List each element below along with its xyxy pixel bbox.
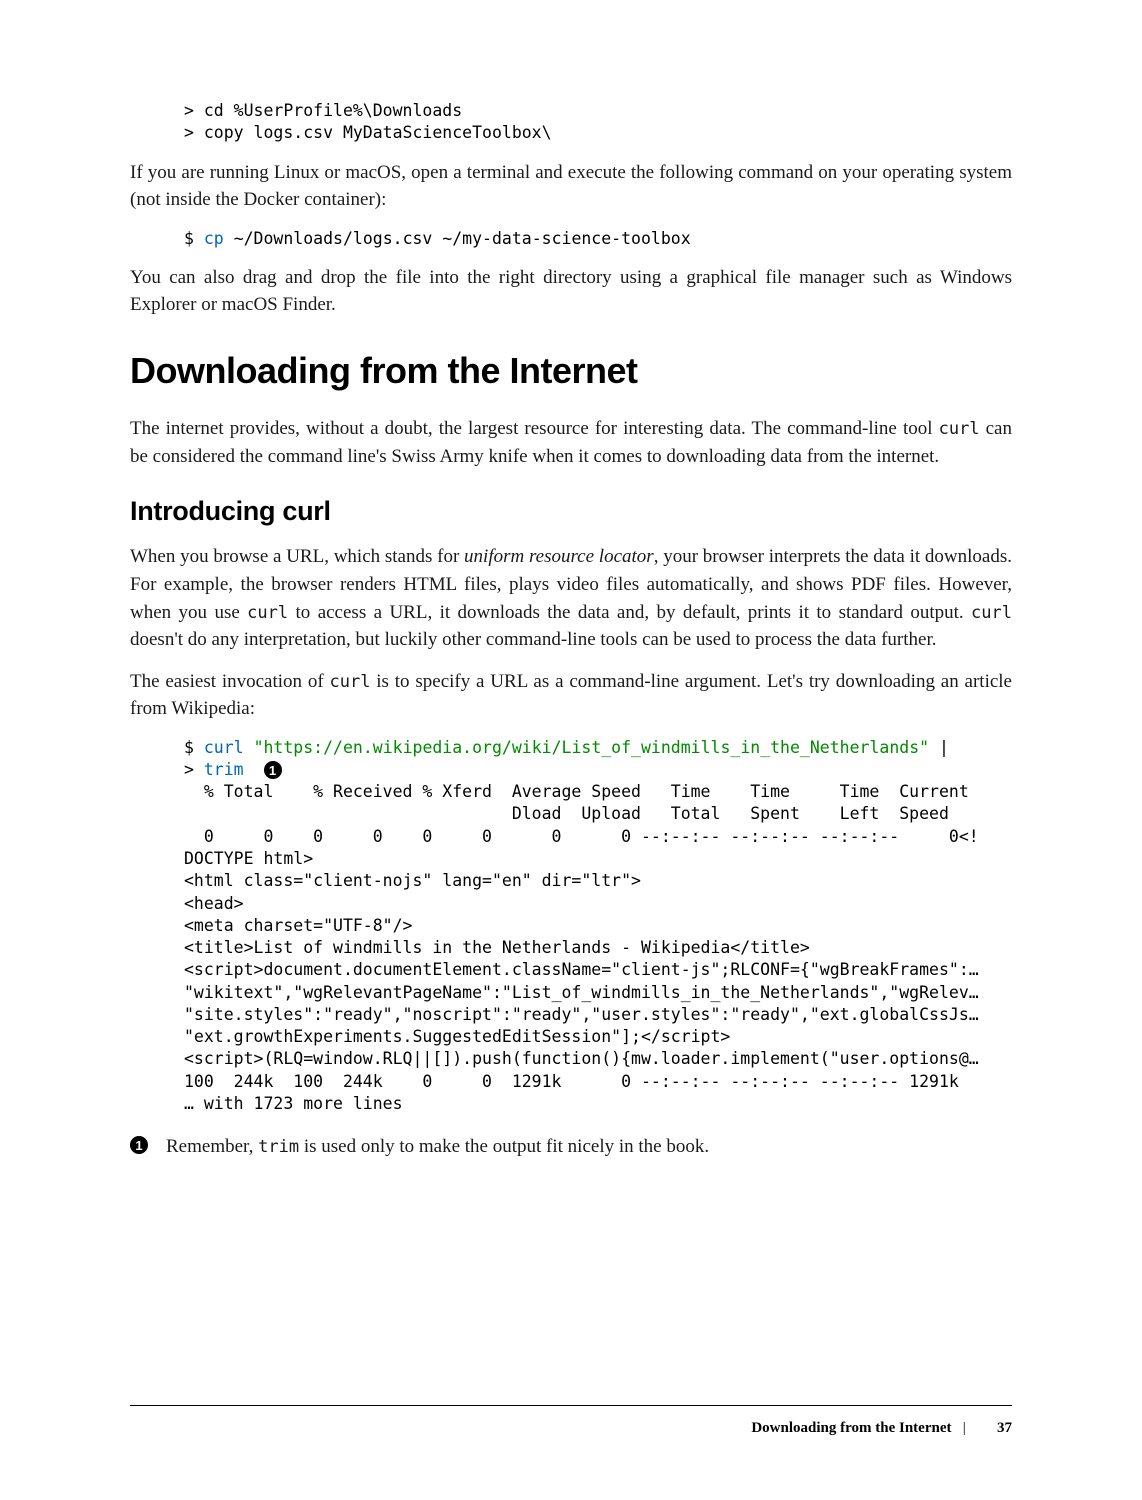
callout-note-1: 1 Remember, trim is used only to make th… [130,1133,1012,1161]
callout-marker-1: 1 [264,761,282,779]
paragraph: If you are running Linux or macOS, open … [130,159,1012,214]
heading-downloading: Downloading from the Internet [130,345,1012,397]
paragraph: The easiest invocation of curl is to spe… [130,668,1012,723]
callout-number-icon: 1 [130,1136,148,1154]
page-footer: Downloading from the Internet | 37 [130,1405,1012,1440]
paragraph: You can also drag and drop the file into… [130,264,1012,319]
page-number: 37 [997,1420,1012,1436]
footer-section-title: Downloading from the Internet [751,1420,951,1436]
paragraph: The internet provides, without a doubt, … [130,415,1012,470]
heading-introducing-curl: Introducing curl [130,492,1012,531]
code-block-cp: $ cp ~/Downloads/logs.csv ~/my-data-scie… [184,228,1012,250]
code-block-windows: > cd %UserProfile%\Downloads > copy logs… [184,100,1012,145]
code-block-curl: $ curl "https://en.wikipedia.org/wiki/Li… [184,737,1012,1116]
paragraph: When you browse a URL, which stands for … [130,543,1012,653]
